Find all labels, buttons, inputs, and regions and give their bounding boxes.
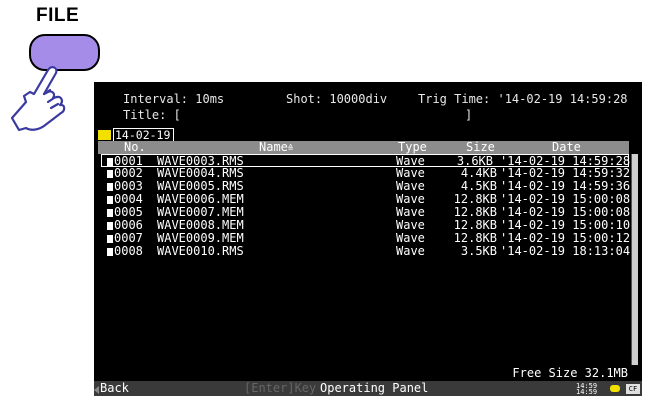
file-no: 0008 bbox=[114, 244, 143, 258]
file-name: WAVE0010.RMS bbox=[157, 244, 244, 258]
column-size[interactable]: Size bbox=[466, 141, 495, 154]
file-key-label: FILE bbox=[36, 5, 80, 26]
title-close-bracket: ] bbox=[465, 108, 473, 122]
file-date: '14-02-19 18:13:04 bbox=[500, 244, 631, 258]
file-icon bbox=[107, 196, 113, 204]
interval-label: Interval: 10ms bbox=[123, 92, 225, 106]
column-header-row: No. Name≙ Type Size Date bbox=[98, 141, 629, 154]
free-size-label: Free Size 32.1MB bbox=[512, 366, 628, 380]
trig-time-label: Trig Time: '14-02-19 14:59:28 bbox=[418, 92, 628, 106]
column-type[interactable]: Type bbox=[398, 141, 427, 154]
sort-icon: ≙ bbox=[287, 144, 294, 154]
file-list: 0001 WAVE0003.RMS Wave 3.6KB '14-02-19 14:59… bbox=[98, 154, 631, 365]
operating-panel-label[interactable]: Operating Panel bbox=[320, 382, 428, 395]
file-icon bbox=[107, 170, 113, 178]
power-plug-icon bbox=[610, 385, 620, 392]
file-icon bbox=[107, 209, 113, 217]
folder-icon bbox=[98, 130, 111, 140]
file-size: 3.5KB bbox=[460, 244, 497, 258]
file-browser-screen: Interval: 10ms Shot: 10000div Trig Time:… bbox=[94, 82, 642, 396]
file-icon bbox=[107, 158, 113, 166]
file-type: Wave bbox=[396, 244, 425, 258]
column-date[interactable]: Date bbox=[552, 141, 581, 154]
scrollbar-thumb[interactable] bbox=[632, 154, 638, 365]
enter-key-hint: [Enter]Key bbox=[244, 381, 317, 395]
file-icon bbox=[107, 235, 113, 243]
file-icon bbox=[107, 248, 113, 256]
shot-label: Shot: 10000div bbox=[286, 92, 388, 106]
column-no[interactable]: No. bbox=[124, 141, 146, 154]
memory-card-icon: CF bbox=[626, 384, 640, 394]
back-button[interactable]: Back bbox=[100, 382, 129, 395]
back-arrow-icon bbox=[94, 386, 99, 394]
clock-icon: 14:59 14:59 bbox=[576, 382, 598, 396]
title-label: Title: [ bbox=[123, 108, 181, 122]
file-row[interactable]: 0008 WAVE0010.RMS Wave 3.5KB '14-02-19 18:13… bbox=[98, 244, 631, 258]
pointing-hand-icon bbox=[10, 66, 66, 132]
file-icon bbox=[107, 222, 113, 230]
file-icon bbox=[107, 183, 113, 191]
